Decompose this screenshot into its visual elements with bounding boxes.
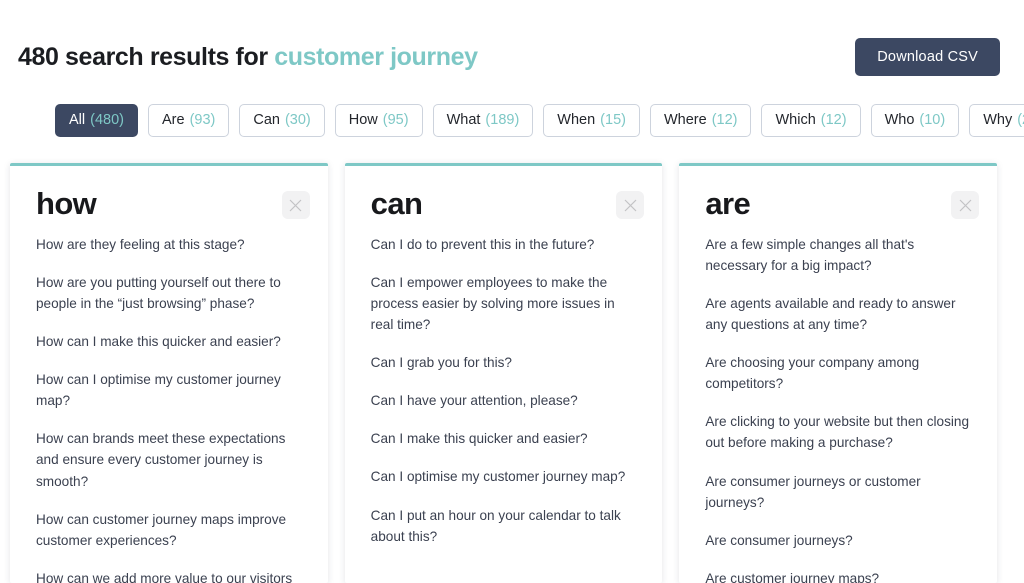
filter-tab-label: Can — [253, 112, 280, 128]
close-icon — [959, 199, 971, 211]
filter-tab-count: (95) — [382, 112, 409, 128]
filter-tab-count: (15) — [600, 112, 626, 128]
question-item[interactable]: Can I do to prevent this in the future? — [371, 234, 637, 255]
card-header: how — [10, 166, 328, 219]
filter-tab-label: Are — [161, 112, 185, 128]
question-item[interactable]: Are clicking to your website but then cl… — [705, 411, 971, 453]
question-list: Can I do to prevent this in the future? C… — [345, 219, 663, 547]
question-item[interactable]: Are consumer journeys or customer journe… — [705, 471, 971, 513]
filter-tab-count: (480) — [90, 112, 124, 128]
search-query-text: customer journey — [274, 42, 478, 71]
filter-tab-why[interactable]: Why (24) — [969, 104, 1024, 137]
card-header: can — [345, 166, 663, 219]
filter-tab-can[interactable]: Can (30) — [239, 104, 325, 137]
filter-tab-label: How — [348, 112, 378, 128]
question-item[interactable]: Can I empower employees to make the proc… — [371, 272, 637, 335]
question-item[interactable]: Are consumer journeys? — [705, 530, 971, 551]
card-close-button[interactable] — [281, 191, 310, 219]
results-cards: how How are they feeling at this stage? Ho… — [0, 137, 1024, 583]
question-item[interactable]: Can I optimise my customer journey map? — [371, 466, 637, 487]
filter-tab-label: Which — [775, 112, 816, 128]
card-title: how — [36, 186, 97, 221]
filter-tab-count: (24) — [1017, 112, 1024, 128]
filter-tab-where[interactable]: Where (12) — [649, 104, 752, 137]
question-item[interactable]: How can customer journey maps improve cu… — [36, 509, 302, 551]
filter-tab-what[interactable]: What (189) — [432, 104, 534, 137]
card-close-button[interactable] — [951, 191, 980, 219]
result-card-can: can Can I do to prevent this in the futur… — [344, 163, 663, 583]
card-close-button[interactable] — [616, 191, 645, 219]
question-item[interactable]: Can I put an hour on your calendar to ta… — [371, 505, 637, 547]
question-item[interactable]: Can I have your attention, please? — [371, 390, 637, 411]
filter-tab-count: (12) — [711, 112, 738, 128]
question-list: How are they feeling at this stage? How a… — [10, 219, 328, 583]
question-item[interactable]: Can I grab you for this? — [371, 352, 637, 373]
filter-tab-which[interactable]: Which (12) — [761, 104, 861, 137]
page-header: 480 search results for customer journey … — [0, 0, 1024, 84]
filter-tab-count: (12) — [820, 112, 847, 128]
card-header: are — [679, 166, 997, 219]
filter-tab-label: When — [557, 112, 596, 128]
result-card-how: how How are they feeling at this stage? Ho… — [10, 163, 328, 583]
card-title: can — [370, 186, 423, 221]
filter-tab-label: Who — [884, 112, 915, 128]
filter-tab-who[interactable]: Who (10) — [870, 104, 960, 137]
filter-tab-all[interactable]: All (480) — [55, 104, 138, 137]
question-item[interactable]: Are customer journey maps? — [705, 568, 971, 583]
question-list: Are a few simple changes all that's nece… — [679, 219, 997, 583]
filter-tabs: All (480) Are (93) Can (30) How (95) What (189) Wh… — [0, 84, 1024, 137]
close-icon — [624, 199, 637, 211]
question-item[interactable]: Can I make this quicker and easier? — [371, 428, 637, 449]
question-item[interactable]: Are choosing your company among competit… — [705, 352, 971, 394]
question-item[interactable]: Are agents available and ready to answer… — [705, 293, 971, 335]
filter-tab-label: All — [69, 112, 86, 128]
filter-tab-are[interactable]: Are (93) — [147, 104, 230, 137]
filter-tab-count: (10) — [919, 112, 946, 128]
question-item[interactable]: How can brands meet these expectations a… — [36, 428, 302, 491]
filter-tab-count: (93) — [189, 112, 216, 128]
question-item[interactable]: How are they feeling at this stage? — [36, 234, 302, 255]
result-card-are: are Are a few simple changes all that's n… — [679, 163, 998, 583]
card-title: are — [705, 186, 751, 221]
filter-tab-how[interactable]: How (95) — [334, 104, 423, 137]
filter-tab-label: What — [446, 112, 481, 128]
question-item[interactable]: How can I optimise my customer journey m… — [36, 369, 302, 411]
filter-tab-count: (189) — [485, 112, 520, 128]
filter-tab-count: (30) — [284, 112, 311, 128]
filter-tab-label: Why — [983, 112, 1013, 128]
download-csv-button[interactable]: Download CSV — [855, 38, 1000, 76]
results-count-text: 480 search results for — [18, 42, 268, 71]
question-item[interactable]: How are you putting yourself out there t… — [36, 272, 302, 314]
question-item[interactable]: How can we add more value to our visitor… — [36, 568, 302, 583]
filter-tab-when[interactable]: When (15) — [543, 104, 640, 137]
close-icon — [289, 199, 302, 211]
filter-tab-label: Where — [663, 112, 707, 128]
question-item[interactable]: Are a few simple changes all that's nece… — [705, 234, 971, 276]
question-item[interactable]: How can I make this quicker and easier? — [36, 331, 302, 352]
page-title: 480 search results for customer journey — [18, 43, 478, 72]
